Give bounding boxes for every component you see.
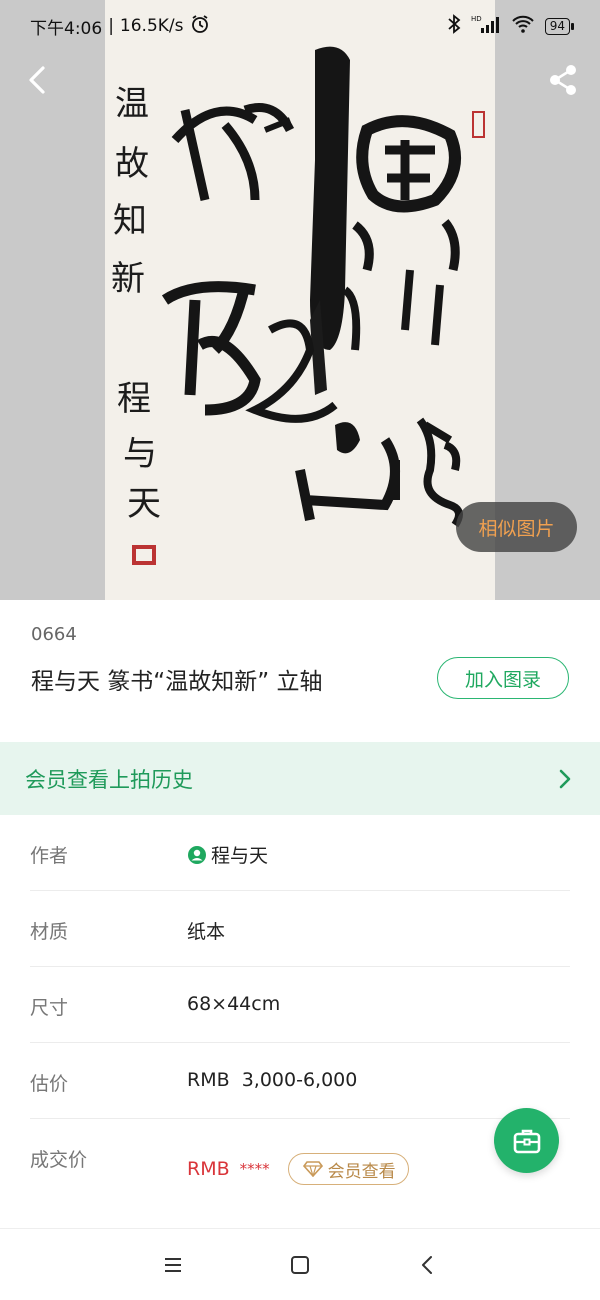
detail-list: 作者 程与天 材质 纸本 尺寸 68×44cm 估价 RMB 3,000-6,0… <box>30 815 570 1231</box>
detail-row-estimate: 估价 RMB 3,000-6,000 <box>30 1043 570 1119</box>
detail-row-material: 材质 纸本 <box>30 891 570 967</box>
signature-char-3: 天 <box>127 484 161 524</box>
share-button[interactable] <box>546 60 580 100</box>
back-button[interactable] <box>20 60 54 100</box>
deal-price-currency: RMB <box>187 1158 230 1180</box>
side-char-2: 故 <box>115 144 149 184</box>
member-view-button[interactable]: 会员查看 <box>287 1153 409 1185</box>
battery-icon: 94 <box>544 17 575 35</box>
detail-label: 材质 <box>30 921 69 943</box>
system-back-button[interactable] <box>407 1245 447 1285</box>
share-icon <box>550 65 576 95</box>
side-char-3: 知 <box>113 201 147 241</box>
detail-value: 68×44cm <box>187 993 281 1015</box>
detail-row-deal-price: 成交价 RMB **** 会员查看 <box>30 1119 570 1231</box>
member-history-label: 会员查看上拍历史 <box>25 767 193 792</box>
similar-images-button[interactable]: 相似图片 <box>456 502 577 552</box>
detail-label: 作者 <box>30 845 69 867</box>
menu-icon <box>165 1257 182 1272</box>
hero-image[interactable]: 温 故 知 新 程 与 天 相似图片 <box>0 0 600 600</box>
lot-info: 0664 程与天 篆书“温故知新” 立轴 加入图录 <box>0 600 600 732</box>
calligraphy-drawing: 温 故 知 新 程 与 天 <box>111 46 485 565</box>
user-icon <box>188 845 206 864</box>
bluetooth-icon <box>447 14 461 38</box>
alarm-icon <box>190 14 210 39</box>
square-icon <box>290 1255 309 1274</box>
member-view-label: 会员查看 <box>327 1161 396 1182</box>
status-time: 下午4:06 <box>30 18 103 39</box>
lot-number: 0664 <box>31 624 77 645</box>
briefcase-icon <box>513 1129 540 1153</box>
status-left: 下午4:06 | 16.5K/s <box>30 14 210 39</box>
svg-text:HD: HD <box>471 15 482 23</box>
recent-apps-button[interactable] <box>153 1245 193 1285</box>
system-nav-bar <box>0 1228 600 1300</box>
detail-row-size: 尺寸 68×44cm <box>30 967 570 1043</box>
status-speed: 16.5K/s <box>119 16 184 36</box>
chevron-left-icon <box>29 66 45 94</box>
deal-price-value: RMB **** 会员查看 <box>187 1153 409 1185</box>
detail-label: 尺寸 <box>30 997 69 1019</box>
side-char-4: 新 <box>111 259 145 299</box>
detail-row-author: 作者 程与天 <box>30 815 570 891</box>
diamond-icon <box>302 1161 323 1177</box>
chevron-right-icon <box>558 768 574 790</box>
lot-title: 程与天 篆书“温故知新” 立轴 <box>31 669 323 695</box>
detail-label: 估价 <box>30 1073 69 1095</box>
home-button[interactable] <box>280 1245 320 1285</box>
add-to-catalog-button[interactable]: 加入图录 <box>437 657 569 699</box>
detail-label: 成交价 <box>30 1149 88 1171</box>
estimate-value: RMB 3,000-6,000 <box>187 1069 358 1091</box>
signature-char-2: 与 <box>123 434 157 474</box>
status-bar: 下午4:06 | 16.5K/s HD 94 <box>0 0 600 52</box>
detail-value: 纸本 <box>187 921 226 943</box>
status-right: HD 94 <box>447 14 575 38</box>
chevron-left-icon <box>421 1255 432 1274</box>
side-char-1: 温 <box>115 84 149 124</box>
status-divider: | <box>108 16 114 36</box>
wifi-icon <box>511 14 535 38</box>
artist-link[interactable]: 程与天 <box>187 841 268 868</box>
signature-char-1: 程 <box>117 379 151 419</box>
signal-icon: HD <box>471 14 501 38</box>
toolbox-fab-button[interactable] <box>494 1108 559 1173</box>
deal-price-masked: **** <box>239 1160 270 1178</box>
calligraphy-artwork[interactable]: 温 故 知 新 程 与 天 <box>105 0 495 600</box>
artist-name: 程与天 <box>211 845 269 867</box>
member-history-bar[interactable]: 会员查看上拍历史 <box>0 742 600 815</box>
